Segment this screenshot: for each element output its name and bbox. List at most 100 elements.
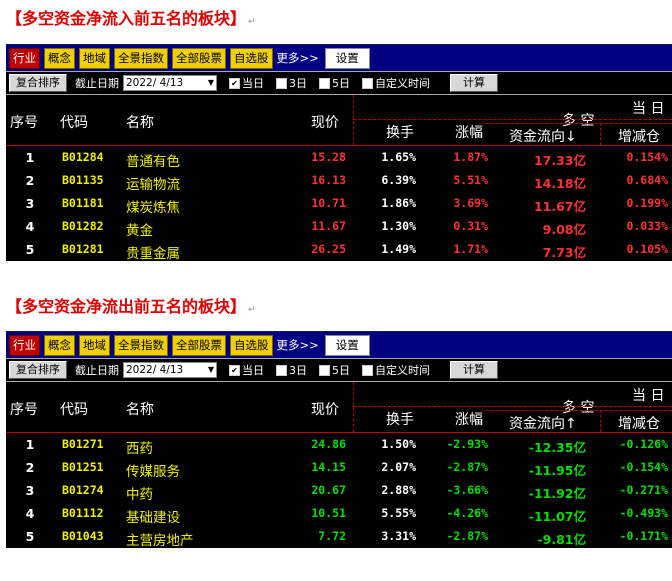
change-cell: 1.87%	[453, 150, 488, 164]
tab-5[interactable]: 自选股	[230, 334, 273, 356]
column-header-change[interactable]: 涨幅	[455, 122, 483, 142]
table-row[interactable]: 2 B01135 运输物流 16.13 6.39% 5.51% 14.18亿 0.684%	[6, 169, 672, 193]
settings-button[interactable]: 设置	[324, 334, 370, 356]
checkbox-icon[interactable]	[362, 77, 373, 89]
checkbox-icon[interactable]	[276, 364, 287, 376]
period-option-label: 自定义时间	[375, 364, 430, 377]
tab-4[interactable]: 全部股票	[172, 334, 226, 356]
turnover-cell: 2.88%	[381, 483, 416, 497]
flow-cell: 11.67亿	[533, 199, 586, 214]
table-row[interactable]: 3 B01274 中药 20.67 2.88% -3.66% -11.92亿 -0.271%	[6, 479, 672, 503]
period-option-3[interactable]: 自定义时间	[362, 362, 430, 378]
tab-0[interactable]: 行业	[9, 47, 40, 69]
period-option-label: 3日	[289, 364, 307, 377]
price-cell: 11.67	[311, 219, 346, 233]
sort-button[interactable]: 复合排序	[9, 74, 67, 92]
period-option-label: 自定义时间	[375, 77, 430, 90]
tab-1[interactable]: 概念	[44, 47, 75, 69]
sort-button[interactable]: 复合排序	[9, 361, 67, 379]
column-header-price[interactable]: 现价	[311, 399, 339, 419]
tab-3[interactable]: 全景指数	[114, 47, 168, 69]
period-option-2[interactable]: 5日	[319, 75, 350, 91]
period-option-0[interactable]: ✔ 当日	[229, 362, 264, 378]
checkbox-icon[interactable]	[276, 77, 287, 89]
delta-cell: 0.033%	[626, 219, 668, 233]
code-cell: B01281	[62, 242, 104, 256]
header-divider	[353, 406, 672, 407]
change-cell: 1.71%	[453, 242, 488, 256]
period-option-1[interactable]: 3日	[276, 75, 307, 91]
tab-1[interactable]: 概念	[44, 334, 75, 356]
column-header-code[interactable]: 代码	[60, 399, 88, 419]
table-row[interactable]: 5 B01043 主营房地产 7.72 3.31% -2.87% -9.81亿 -0.171%	[6, 525, 672, 548]
period-option-1[interactable]: 3日	[276, 362, 307, 378]
delta-cell: 0.105%	[626, 242, 668, 256]
name-cell: 传媒服务	[126, 464, 180, 480]
column-header-seq[interactable]: 序号	[10, 399, 38, 419]
column-header-increase[interactable]: 增减仓	[618, 126, 660, 146]
column-header-seq[interactable]: 序号	[10, 112, 38, 132]
table-row[interactable]: 3 B01181 煤炭炼焦 10.71 1.86% 3.69% 11.67亿 0.199%	[6, 192, 672, 216]
date-picker[interactable]: 2022/ 4/13 ▼	[123, 362, 217, 378]
price-cell: 10.51	[311, 506, 346, 520]
table-row[interactable]: 2 B01251 传媒服务 14.15 2.07% -2.87% -11.95亿 -0.154…	[6, 456, 672, 480]
seq-cell: 1	[25, 437, 35, 452]
table-row[interactable]: 4 B01112 基础建设 10.51 5.55% -4.26% -11.07亿 -0.493…	[6, 502, 672, 526]
period-option-0[interactable]: ✔ 当日	[229, 75, 264, 91]
column-header-change[interactable]: 涨幅	[455, 409, 483, 429]
turnover-cell: 1.65%	[381, 150, 416, 164]
period-option-label: 3日	[289, 77, 307, 90]
table-row[interactable]: 1 B01271 西药 24.86 1.50% -2.93% -12.35亿 -0.126%	[6, 433, 672, 457]
column-divider	[353, 382, 354, 432]
settings-button[interactable]: 设置	[324, 47, 370, 69]
column-header-turnover[interactable]: 换手	[386, 409, 414, 429]
header-divider	[486, 123, 672, 124]
date-picker[interactable]: 2022/ 4/13 ▼	[123, 75, 217, 91]
more-button[interactable]: 更多>>	[277, 50, 319, 66]
seq-cell: 2	[25, 173, 35, 188]
tab-3[interactable]: 全景指数	[114, 334, 168, 356]
period-option-label: 5日	[332, 364, 350, 377]
column-header-flow[interactable]: 资金流向↓	[509, 126, 577, 146]
column-group-today[interactable]: 当 日	[632, 385, 664, 405]
header-divider	[486, 410, 672, 411]
calc-button[interactable]: 计算	[450, 74, 498, 92]
column-header-turnover[interactable]: 换手	[386, 122, 414, 142]
period-option-3[interactable]: 自定义时间	[362, 75, 430, 91]
calc-button[interactable]: 计算	[450, 361, 498, 379]
checkbox-icon[interactable]	[362, 364, 373, 376]
period-option-2[interactable]: 5日	[319, 362, 350, 378]
checkbox-icon[interactable]: ✔	[229, 364, 240, 376]
change-cell: -3.66%	[446, 483, 488, 497]
column-divider	[600, 123, 601, 145]
column-header-price[interactable]: 现价	[311, 112, 339, 132]
more-button[interactable]: 更多>>	[277, 337, 319, 353]
change-cell: 0.31%	[453, 219, 488, 233]
table-row[interactable]: 4 B01282 黄金 11.67 1.30% 0.31% 9.08亿 0.033%	[6, 215, 672, 239]
chevron-down-icon[interactable]: ▼	[208, 363, 214, 377]
tab-5[interactable]: 自选股	[230, 47, 273, 69]
delta-cell: -0.171%	[619, 529, 668, 543]
tab-2[interactable]: 地域	[79, 47, 110, 69]
column-header-name[interactable]: 名称	[126, 112, 154, 132]
category-tab-bar: 行业 概念 地域 全景指数 全部股票 自选股 更多>> 设置	[6, 44, 672, 71]
column-group-today[interactable]: 当 日	[632, 98, 664, 118]
chevron-down-icon[interactable]: ▼	[208, 76, 214, 90]
column-header-code[interactable]: 代码	[60, 112, 88, 132]
table-row[interactable]: 5 B01281 贵重金属 26.25 1.49% 1.71% 7.73亿 0.105%	[6, 238, 672, 261]
checkbox-icon[interactable]: ✔	[229, 77, 240, 89]
tab-2[interactable]: 地域	[79, 334, 110, 356]
column-header-flow[interactable]: 资金流向↑	[509, 413, 577, 433]
seq-cell: 4	[25, 506, 35, 521]
tab-0[interactable]: 行业	[9, 334, 40, 356]
turnover-cell: 2.07%	[381, 460, 416, 474]
flow-cell: -11.92亿	[528, 486, 586, 501]
checkbox-icon[interactable]	[319, 364, 330, 376]
checkbox-icon[interactable]	[319, 77, 330, 89]
table-row[interactable]: 1 B01284 普通有色 15.28 1.65% 1.87% 17.33亿 0.154%	[6, 146, 672, 170]
price-cell: 16.13	[311, 173, 346, 187]
column-header-name[interactable]: 名称	[126, 399, 154, 419]
seq-cell: 3	[25, 483, 35, 498]
tab-4[interactable]: 全部股票	[172, 47, 226, 69]
column-header-increase[interactable]: 增减仓	[618, 413, 660, 433]
